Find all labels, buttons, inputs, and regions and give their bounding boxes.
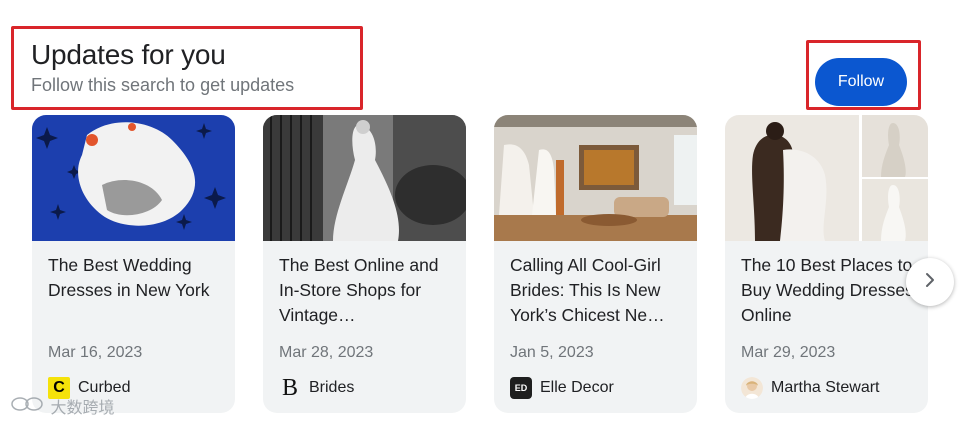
- news-thumbnail: [263, 115, 466, 241]
- watermark-text: 大数跨境: [50, 400, 115, 417]
- elle-decor-logo-icon: ED: [510, 377, 532, 399]
- news-headline: The Best Wedding Dresses in New York: [48, 255, 210, 300]
- section-subtitle: Follow this search to get updates: [31, 75, 295, 95]
- chevron-right-icon: [921, 271, 939, 294]
- news-headline: The Best Online and In-Store Shops for V…: [279, 255, 439, 325]
- news-card[interactable]: The 10 Best Places to Buy Wedding Dresse…: [725, 115, 928, 413]
- watermark-logo-icon: [10, 395, 46, 418]
- news-date: Mar 28, 2023: [279, 344, 374, 361]
- news-headline: The 10 Best Places to Buy Wedding Dresse…: [741, 255, 914, 325]
- follow-button[interactable]: Follow: [815, 58, 907, 106]
- news-source: Martha Stewart: [741, 376, 879, 400]
- news-card[interactable]: Calling All Cool-Girl Brides: This Is Ne…: [494, 115, 697, 413]
- news-thumbnail: [725, 115, 928, 241]
- news-date: Mar 29, 2023: [741, 344, 836, 361]
- next-arrow-button[interactable]: [906, 258, 954, 306]
- watermark: 大数跨境: [10, 394, 114, 418]
- news-source: ED Elle Decor: [510, 376, 614, 400]
- news-source: B Brides: [279, 376, 354, 400]
- news-card[interactable]: The Best Online and In-Store Shops for V…: [263, 115, 466, 413]
- source-name: Elle Decor: [540, 379, 614, 396]
- news-date: Jan 5, 2023: [510, 344, 594, 361]
- news-headline: Calling All Cool-Girl Brides: This Is Ne…: [510, 255, 665, 325]
- source-name: Brides: [309, 379, 355, 396]
- news-thumbnail: [32, 115, 235, 241]
- news-date: Mar 16, 2023: [48, 344, 143, 361]
- section-title: Updates for you: [31, 39, 226, 70]
- brides-logo-icon: B: [281, 375, 298, 401]
- martha-stewart-logo-icon: [741, 377, 763, 399]
- news-card[interactable]: The Best Wedding Dresses in New York Mar…: [32, 115, 235, 413]
- news-thumbnail: [494, 115, 697, 241]
- source-name: Martha Stewart: [771, 379, 880, 396]
